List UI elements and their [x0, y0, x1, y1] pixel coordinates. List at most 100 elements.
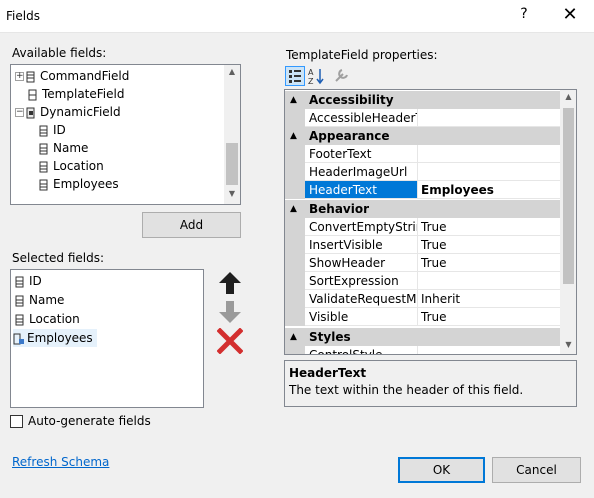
list-item[interactable]: ID [15, 272, 42, 290]
tree-item-commandfield[interactable]: + CommandField [15, 67, 129, 85]
scroll-thumb[interactable] [563, 108, 574, 284]
tree-item-templatefield[interactable]: TemplateField [28, 85, 124, 103]
selected-fields-label: Selected fields: [12, 251, 105, 265]
add-button[interactable]: Add [142, 212, 241, 238]
property-row[interactable]: InsertVisible True [285, 236, 560, 254]
row-gutter [285, 109, 305, 127]
available-fields-tree[interactable]: + CommandField TemplateField − DynamicFiel… [10, 64, 241, 205]
tree-item-label: CommandField [40, 69, 130, 83]
property-name: ControlStyle [305, 346, 418, 354]
property-row-selected[interactable]: HeaderText Employees [285, 181, 560, 199]
autogenerate-checkbox[interactable] [10, 415, 23, 428]
property-name: AccessibleHeaderText [305, 109, 418, 127]
ok-button[interactable]: OK [398, 457, 485, 483]
property-name: HeaderImageUrl [305, 163, 418, 181]
refresh-schema-link[interactable]: Refresh Schema [12, 455, 109, 469]
delete-button[interactable] [216, 327, 244, 355]
tree-item-label: Employees [53, 177, 119, 191]
property-row[interactable]: SortExpression [285, 272, 560, 290]
column-field-icon [39, 161, 49, 173]
property-row[interactable]: AccessibleHeaderText [285, 109, 560, 127]
tree-item-name[interactable]: Name [39, 139, 88, 157]
tree-item-label: TemplateField [42, 87, 125, 101]
category-styles[interactable]: ▲ Styles [285, 328, 560, 346]
list-item[interactable]: Name [15, 291, 64, 309]
close-button[interactable]: ✕ [560, 4, 580, 25]
collapse-icon[interactable]: ▲ [290, 328, 297, 346]
cancel-button[interactable]: Cancel [492, 457, 581, 483]
autogenerate-label: Auto-generate fields [28, 414, 151, 428]
scroll-up-icon[interactable]: ▲ [224, 67, 240, 76]
property-value[interactable] [418, 145, 560, 163]
property-value[interactable]: Employees [418, 181, 560, 199]
property-value[interactable]: True [418, 218, 560, 236]
arrow-up-icon [219, 272, 241, 294]
column-field-icon [39, 125, 49, 137]
category-appearance[interactable]: ▲ Appearance [285, 127, 560, 145]
tree-item-dynamicfield[interactable]: − DynamicField [15, 103, 121, 121]
property-row[interactable]: Visible True [285, 308, 560, 326]
property-row[interactable]: ShowHeader True [285, 254, 560, 272]
description-text: The text within the header of this field… [289, 383, 524, 397]
row-gutter [285, 218, 305, 236]
property-value[interactable]: True [418, 254, 560, 272]
row-gutter [285, 181, 305, 199]
collapse-icon[interactable]: ▲ [290, 91, 297, 109]
scroll-down-icon[interactable]: ▼ [560, 340, 576, 349]
tree-item-employees[interactable]: Employees [39, 175, 119, 193]
category-behavior[interactable]: ▲ Behavior [285, 200, 560, 218]
property-value[interactable]: True [418, 308, 560, 326]
move-down-button[interactable] [217, 299, 243, 325]
row-gutter [285, 236, 305, 254]
property-row[interactable]: ValidateRequestMode Inherit [285, 290, 560, 308]
scroll-up-icon[interactable]: ▲ [560, 92, 576, 101]
alphabetical-button[interactable]: AZ [307, 66, 327, 86]
property-value[interactable] [418, 272, 560, 290]
scroll-thumb[interactable] [226, 143, 238, 185]
property-pages-button[interactable] [331, 66, 351, 86]
property-value[interactable]: Inherit [418, 290, 560, 308]
collapse-icon[interactable]: ▲ [290, 200, 297, 218]
alphabetical-sort-icon: AZ [308, 68, 324, 86]
tree-item-location[interactable]: Location [39, 157, 104, 175]
category-name: Behavior [309, 202, 370, 216]
property-name: FooterText [305, 145, 418, 163]
collapse-icon[interactable]: ▲ [290, 127, 297, 145]
property-row[interactable]: ControlStyle [285, 346, 560, 354]
collapse-icon[interactable]: − [15, 108, 24, 117]
property-value[interactable]: True [418, 236, 560, 254]
tree-item-label: ID [53, 123, 66, 137]
available-scrollbar[interactable]: ▲ ▼ [224, 65, 240, 204]
column-field-icon [39, 179, 49, 191]
property-value[interactable] [418, 346, 560, 354]
list-item-selected[interactable]: Employees [13, 329, 97, 347]
scroll-down-icon[interactable]: ▼ [224, 189, 240, 198]
property-row[interactable]: ConvertEmptyStringToNull True [285, 218, 560, 236]
row-gutter [285, 272, 305, 290]
property-grid-scrollbar[interactable]: ▲ ▼ [560, 90, 576, 354]
svg-text:A: A [308, 68, 314, 77]
categorized-button[interactable] [285, 66, 305, 86]
column-field-icon [15, 314, 25, 326]
property-value[interactable] [418, 109, 560, 127]
category-name: Accessibility [309, 93, 394, 107]
list-item-label: Employees [27, 331, 93, 345]
column-field-icon [15, 295, 25, 307]
selected-fields-list[interactable]: ID Name Location Employees [10, 269, 204, 408]
column-field-icon [39, 143, 49, 155]
tree-item-label: Name [53, 141, 89, 155]
expand-icon[interactable]: + [15, 72, 24, 81]
property-grid[interactable]: ▲ Accessibility AccessibleHeaderText ▲ A… [284, 89, 577, 355]
tree-item-id[interactable]: ID [39, 121, 66, 139]
category-accessibility[interactable]: ▲ Accessibility [285, 91, 560, 109]
property-value[interactable] [418, 163, 560, 181]
property-row[interactable]: HeaderImageUrl [285, 163, 560, 181]
wrench-icon [335, 69, 348, 82]
help-button[interactable]: ? [514, 6, 534, 22]
template-field-icon [28, 89, 38, 101]
move-up-button[interactable] [217, 270, 243, 296]
property-row[interactable]: FooterText [285, 145, 560, 163]
column-field-icon [15, 276, 25, 288]
list-item[interactable]: Location [15, 310, 80, 328]
description-title: HeaderText [289, 366, 367, 380]
